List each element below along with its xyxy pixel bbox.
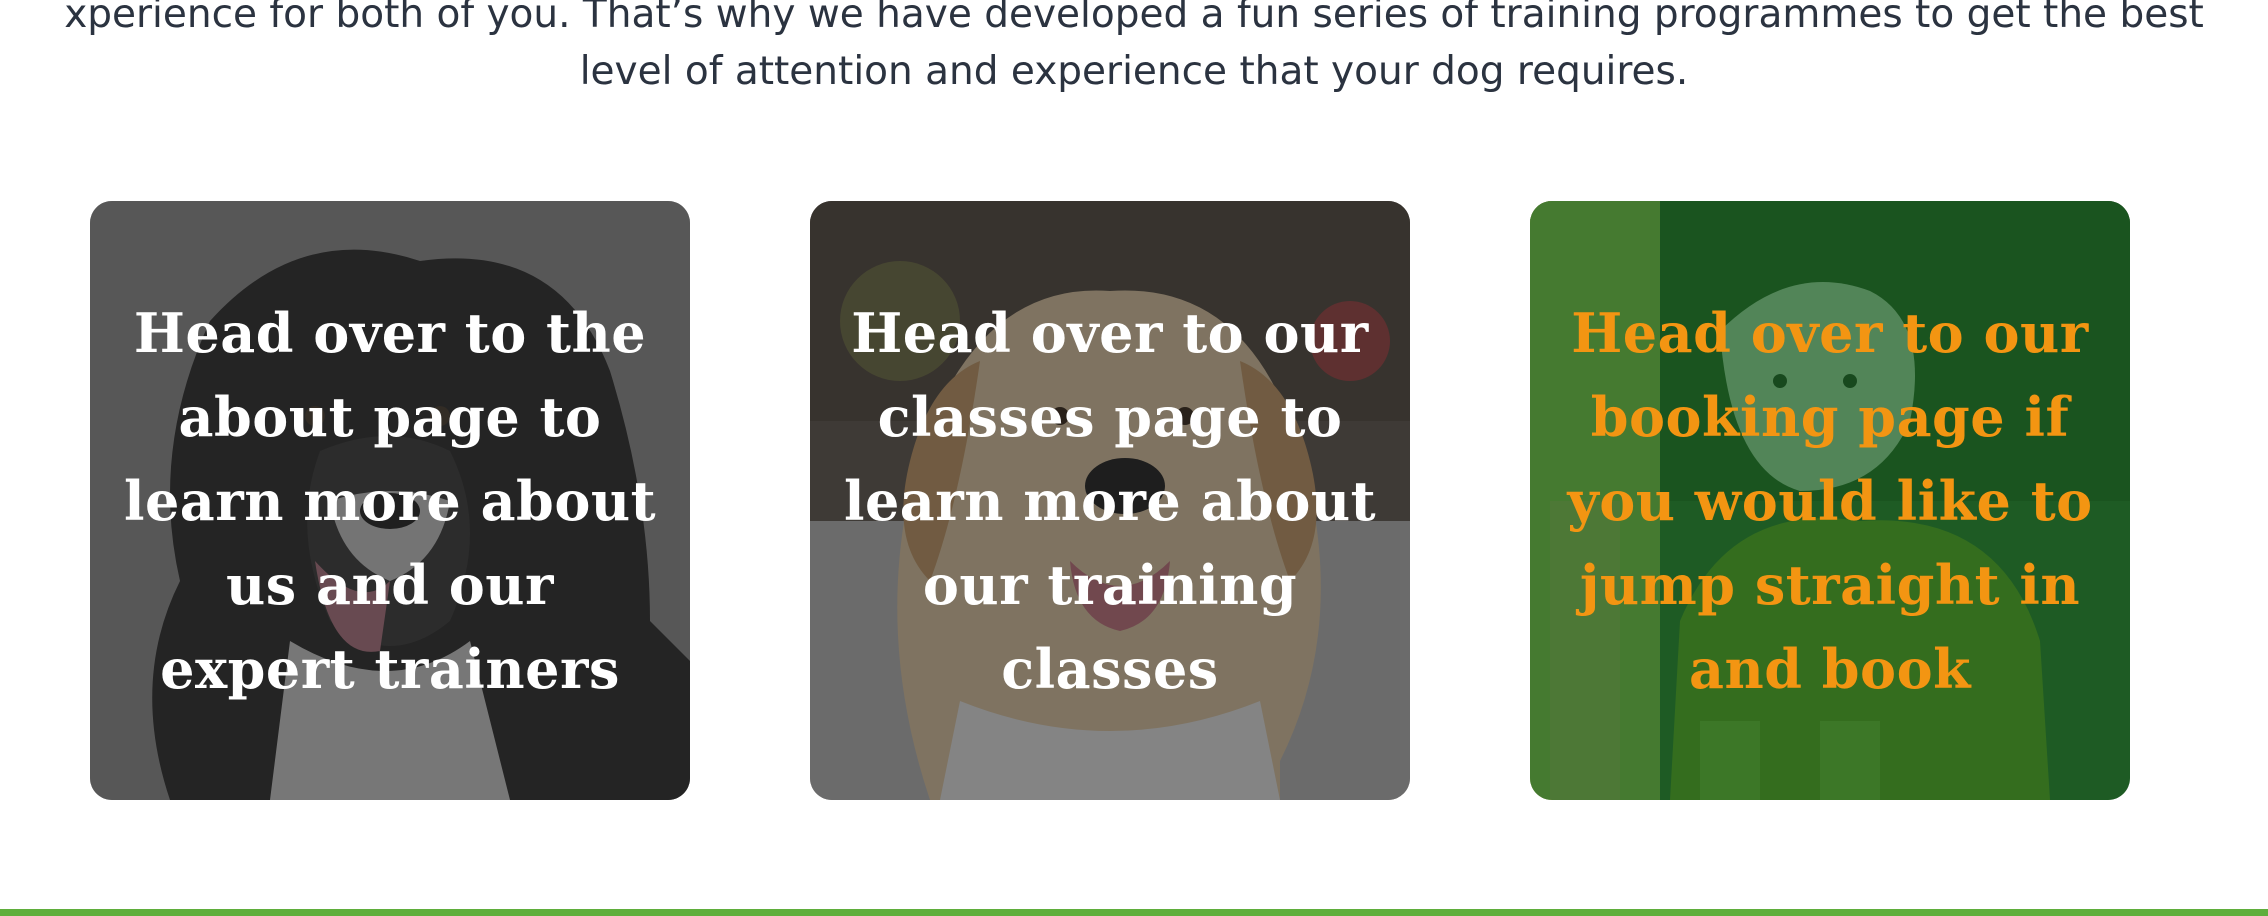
classes-page-card[interactable]: Head over to our classes page to learn m… <box>810 201 1410 800</box>
booking-page-card[interactable]: Head over to our booking page if you wou… <box>1530 201 2130 800</box>
intro-line-1: xperience for both of you. That’s why we… <box>64 0 2204 37</box>
card-text: Head over to our booking page if you wou… <box>1567 300 2093 701</box>
about-page-card[interactable]: Head over to the about page to learn mor… <box>90 201 690 800</box>
intro-line-2: level of attention and experience that y… <box>579 49 1689 94</box>
card-text: Head over to our classes page to learn m… <box>843 300 1377 701</box>
card-text: Head over to the about page to learn mor… <box>123 300 657 701</box>
intro-paragraph: xperience for both of you. That’s why we… <box>0 0 2268 100</box>
page: xperience for both of you. That’s why we… <box>0 0 2268 916</box>
footer-divider-bar <box>0 909 2268 916</box>
